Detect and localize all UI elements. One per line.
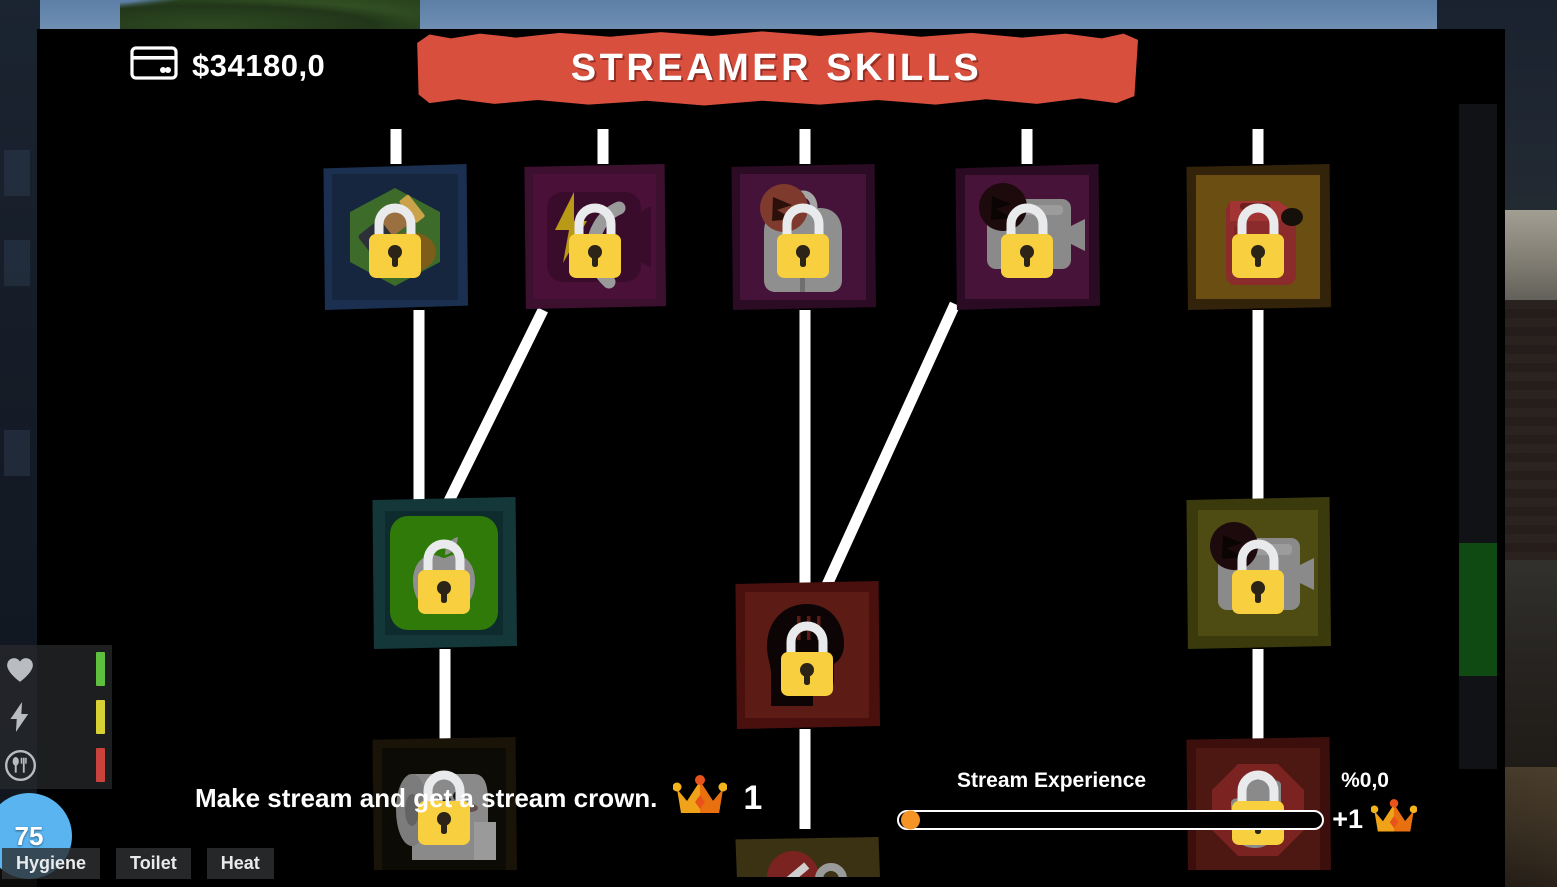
- status-chip-heat: Heat: [206, 848, 274, 879]
- stream-experience: Stream Experience %0,0 +1: [897, 769, 1418, 840]
- quest-objective: Make stream and get a stream crown. 1: [195, 775, 762, 822]
- padlock-icon: [1221, 197, 1295, 284]
- skill-node-partial-hidden[interactable]: [734, 837, 880, 877]
- padlock-icon: [358, 197, 432, 284]
- connector-camera-food: [444, 307, 548, 504]
- player-hud: 75: [0, 645, 112, 879]
- hud-stat-hunger: [0, 741, 112, 789]
- padlock-icon: [1221, 533, 1295, 620]
- skill-node-fuel-can[interactable]: [1185, 164, 1331, 310]
- status-chip-toilet: Toilet: [116, 848, 191, 879]
- crown-icon: [672, 775, 728, 822]
- money-display: $34180,0: [130, 46, 325, 85]
- window: [4, 150, 30, 196]
- skill-node-flashlight[interactable]: [322, 164, 468, 310]
- xp-progress-handle: [901, 810, 920, 829]
- hunger-bar: [96, 748, 105, 782]
- padlock-icon: [770, 615, 844, 702]
- hud-stat-energy: [0, 693, 112, 741]
- heart-icon: [0, 645, 40, 693]
- hud-stat-health: [0, 645, 112, 693]
- hygiene-value: 75: [14, 820, 44, 851]
- connector-window-mind: [821, 301, 961, 588]
- xp-percent: %0,0: [1341, 769, 1389, 792]
- crown-icon: [1370, 799, 1418, 840]
- skill-node-stream-setup[interactable]: [1185, 497, 1331, 649]
- streamer-skills-panel: $34180,0 STREAMER SKILLS Make stream and…: [37, 29, 1505, 887]
- skill-node-mind[interactable]: [734, 581, 880, 729]
- status-chip-hygiene: Hygiene: [2, 848, 101, 879]
- game-screen: 75 Hygiene Toilet Heat $34180,0 STREAMER…: [0, 0, 1557, 887]
- page-title: STREAMER SKILLS: [570, 46, 983, 89]
- xp-header: Stream Experience %0,0: [897, 769, 1417, 793]
- skill-node-stream-window[interactable]: [954, 164, 1100, 310]
- padlock-icon: [766, 197, 840, 284]
- energy-bar: [96, 700, 105, 734]
- skill-node-backpack[interactable]: [730, 164, 876, 310]
- skill-tree: [37, 89, 1505, 877]
- status-chip-row: Hygiene Toilet Heat: [0, 848, 274, 879]
- padlock-icon: [558, 196, 632, 283]
- skill-node-fast-camera[interactable]: [523, 164, 666, 309]
- padlock-icon: [407, 533, 481, 620]
- padlock-icon: [990, 197, 1064, 284]
- credit-card-icon: [130, 46, 178, 85]
- xp-label: Stream Experience: [957, 769, 1147, 792]
- node-artwork: [745, 848, 869, 877]
- window: [4, 430, 30, 476]
- window: [4, 240, 30, 286]
- food-plate-icon: [0, 741, 40, 789]
- money-amount: $34180,0: [192, 47, 326, 83]
- health-bar: [96, 652, 105, 686]
- lightning-icon: [0, 693, 40, 741]
- xp-bar-row: +1: [897, 799, 1418, 840]
- skill-node-food[interactable]: [371, 497, 517, 649]
- skill-tree-scrollbar[interactable]: [1459, 104, 1497, 769]
- quest-count: 1: [743, 779, 763, 817]
- xp-progress-bar: [897, 809, 1325, 830]
- panel-footer: Make stream and get a stream crown. 1 St…: [37, 769, 1505, 834]
- scrollbar-thumb[interactable]: [1459, 542, 1497, 676]
- panel-title-banner: STREAMER SKILLS: [415, 29, 1138, 107]
- quest-text: Make stream and get a stream crown.: [195, 783, 658, 813]
- xp-reward-amount: +1: [1332, 804, 1363, 834]
